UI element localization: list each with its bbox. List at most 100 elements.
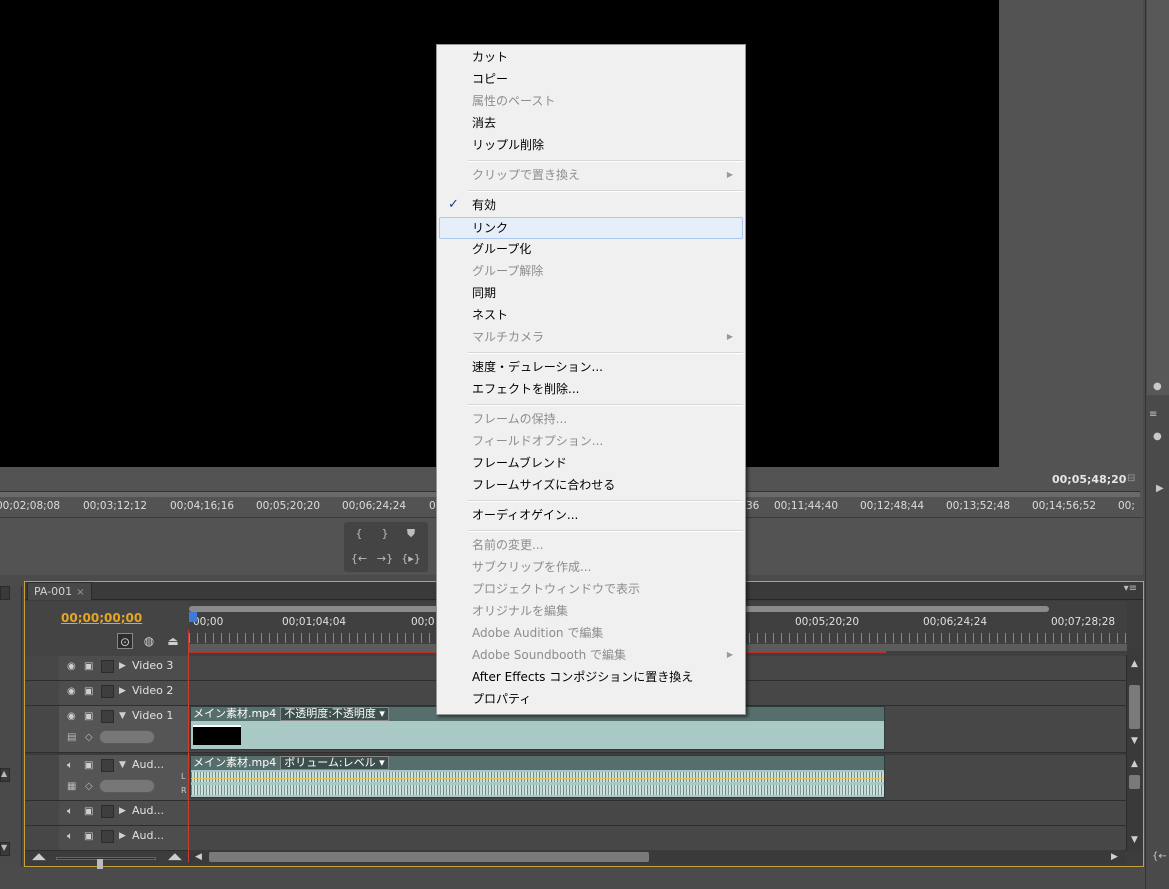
scroll-down-icon[interactable]: ▼ xyxy=(1127,734,1142,748)
opacity-line[interactable] xyxy=(191,727,884,728)
scroll-right-icon[interactable]: ▶ xyxy=(1111,850,1118,864)
speaker-icon[interactable]: 🔈︎ xyxy=(67,760,81,771)
panel-menu-icon[interactable]: ≡ xyxy=(1149,409,1157,420)
play-in-to-out-icon[interactable]: {▸} xyxy=(400,550,422,568)
film-icon[interactable]: ▣ xyxy=(84,760,98,771)
expand-arrow-icon[interactable]: ▶ xyxy=(119,831,126,841)
zoom-slider[interactable] xyxy=(56,857,156,869)
lock-toggle[interactable] xyxy=(101,710,114,723)
menu-item-audio-gain[interactable]: オーディオゲイン... xyxy=(439,504,743,526)
set-marker-icon[interactable]: ◍ xyxy=(141,633,157,649)
scroll-up-icon[interactable]: ▲ xyxy=(0,768,10,782)
panel-menu-icon[interactable]: ▾≡ xyxy=(1124,583,1137,594)
menu-item-speed-duration[interactable]: 速度・デュレーション... xyxy=(439,356,743,378)
resolution-icon[interactable]: ⊟ xyxy=(1127,473,1135,484)
panel-dot-icon[interactable]: ● xyxy=(1153,381,1162,392)
zoom-knob[interactable] xyxy=(97,859,103,869)
close-icon[interactable]: × xyxy=(76,587,84,598)
menu-item-enable[interactable]: ✓ 有効 xyxy=(439,194,743,216)
scroll-thumb[interactable] xyxy=(1129,685,1140,729)
snap-icon[interactable]: ⊙ xyxy=(117,633,133,649)
menu-item-scale-to-frame-size[interactable]: フレームサイズに合わせる xyxy=(439,474,743,496)
go-to-in-icon[interactable]: {← xyxy=(348,550,370,568)
film-icon[interactable]: ▣ xyxy=(84,806,98,817)
playhead-line[interactable] xyxy=(188,630,189,862)
scroll-down-icon[interactable]: ▼ xyxy=(1127,833,1142,847)
menu-item-properties[interactable]: プロパティ xyxy=(439,688,743,710)
marker-icon[interactable]: ⛊ xyxy=(400,525,422,543)
duration-timecode[interactable]: 00;05;48;20 xyxy=(1052,473,1126,486)
play-triangle-icon[interactable]: ▶ xyxy=(1156,483,1164,494)
menu-item-edit-in-audition[interactable]: Adobe Audition で編集 xyxy=(439,622,743,644)
scroll-thumb[interactable] xyxy=(1129,775,1140,789)
menu-item-cut[interactable]: カット xyxy=(439,46,743,68)
zoom-out-icon[interactable]: ◢◣ xyxy=(32,852,46,862)
menu-item-multi-camera[interactable]: マルチカメラ ▶ xyxy=(439,326,743,348)
sequence-tab[interactable]: PA-001 × xyxy=(27,582,92,600)
panel-grip-icon[interactable] xyxy=(0,586,10,600)
timeline-horizontal-scrollbar[interactable]: ◀ ▶ xyxy=(189,850,1125,864)
film-icon[interactable]: ▣ xyxy=(84,711,98,722)
menu-item-edit-original[interactable]: オリジナルを編集 xyxy=(439,600,743,622)
track-area[interactable] xyxy=(189,801,1127,825)
menu-item-edit-in-soundbooth[interactable]: Adobe Soundbooth で編集 ▶ xyxy=(439,644,743,666)
expand-arrow-icon[interactable]: ▶ xyxy=(119,661,126,671)
lock-toggle[interactable] xyxy=(101,830,114,843)
menu-item-copy[interactable]: コピー xyxy=(439,68,743,90)
clip-effect-dropdown[interactable]: ボリューム:レベル ▾ xyxy=(280,756,389,770)
clip-effect-dropdown[interactable]: 不透明度:不透明度 ▾ xyxy=(280,707,389,721)
menu-item-nest[interactable]: ネスト xyxy=(439,304,743,326)
speaker-icon[interactable]: 🔈︎ xyxy=(67,831,81,842)
scroll-up-icon[interactable]: ▲ xyxy=(1127,757,1142,771)
film-icon[interactable]: ▣ xyxy=(84,831,98,842)
volume-line[interactable] xyxy=(191,778,884,779)
menu-item-frame-blend[interactable]: フレームブレンド xyxy=(439,452,743,474)
menu-item-replace-with-after-effects[interactable]: After Effects コンポジションに置き換え xyxy=(439,666,743,688)
expand-arrow-icon[interactable]: ▶ xyxy=(119,806,126,816)
go-to-out-icon[interactable]: →} xyxy=(374,550,396,568)
scroll-left-icon[interactable]: ◀ xyxy=(195,850,202,864)
collapse-arrow-icon[interactable]: ▼ xyxy=(119,711,126,721)
current-timecode[interactable]: 00;00;00;00 xyxy=(61,611,142,625)
eye-icon[interactable]: ◉ xyxy=(67,711,81,722)
menu-item-group[interactable]: グループ化 xyxy=(439,238,743,260)
lock-toggle[interactable] xyxy=(101,759,114,772)
menu-item-clear[interactable]: 消去 xyxy=(439,112,743,134)
go-to-in-icon[interactable]: {← xyxy=(1152,851,1167,862)
display-style-icon[interactable]: ▤ xyxy=(67,732,76,743)
menu-item-rename[interactable]: 名前の変更... xyxy=(439,534,743,556)
eye-icon[interactable]: ◉ xyxy=(67,661,81,672)
speaker-icon[interactable]: 🔈︎ xyxy=(67,806,81,817)
timeline-vertical-scrollbar[interactable]: ▲ ▼ ▲ ▼ xyxy=(1126,655,1142,851)
menu-item-reveal-in-project[interactable]: プロジェクトウィンドウで表示 xyxy=(439,578,743,600)
scroll-down-icon[interactable]: ▼ xyxy=(0,842,10,856)
keyframe-navigator[interactable] xyxy=(99,730,155,744)
menu-item-replace-with-clip[interactable]: クリップで置き換え ▶ xyxy=(439,164,743,186)
menu-item-ripple-delete[interactable]: リップル削除 xyxy=(439,134,743,156)
set-encore-marker-icon[interactable]: ⏏ xyxy=(165,633,181,649)
lock-toggle[interactable] xyxy=(101,660,114,673)
menu-item-link[interactable]: リンク xyxy=(439,217,743,239)
scroll-thumb[interactable] xyxy=(209,852,649,862)
zoom-in-icon[interactable]: ◢◣ xyxy=(168,852,182,862)
menu-item-frame-hold[interactable]: フレームの保持... xyxy=(439,408,743,430)
mark-out-icon[interactable]: } xyxy=(374,525,396,543)
collapse-arrow-icon[interactable]: ▼ xyxy=(119,760,126,770)
lock-toggle[interactable] xyxy=(101,685,114,698)
menu-item-field-options[interactable]: フィールドオプション... xyxy=(439,430,743,452)
menu-item-make-subclip[interactable]: サブクリップを作成... xyxy=(439,556,743,578)
audio-clip[interactable]: メイン素材.mp4 ボリューム:レベル ▾ L R xyxy=(181,755,885,798)
menu-item-remove-effects[interactable]: エフェクトを削除... xyxy=(439,378,743,400)
scroll-up-icon[interactable]: ▲ xyxy=(1127,657,1142,671)
track-area[interactable]: メイン素材.mp4 ボリューム:レベル ▾ L R xyxy=(181,755,1127,800)
menu-item-ungroup[interactable]: グループ解除 xyxy=(439,260,743,282)
film-icon[interactable]: ▣ xyxy=(84,661,98,672)
lock-toggle[interactable] xyxy=(101,805,114,818)
eye-icon[interactable]: ◉ xyxy=(67,686,81,697)
menu-item-paste-attributes[interactable]: 属性のペースト xyxy=(439,90,743,112)
keyframe-icon[interactable]: ◇ xyxy=(85,732,93,743)
mark-in-icon[interactable]: { xyxy=(348,525,370,543)
track-area[interactable] xyxy=(189,826,1127,850)
playhead-icon[interactable] xyxy=(189,612,197,622)
film-icon[interactable]: ▣ xyxy=(84,686,98,697)
